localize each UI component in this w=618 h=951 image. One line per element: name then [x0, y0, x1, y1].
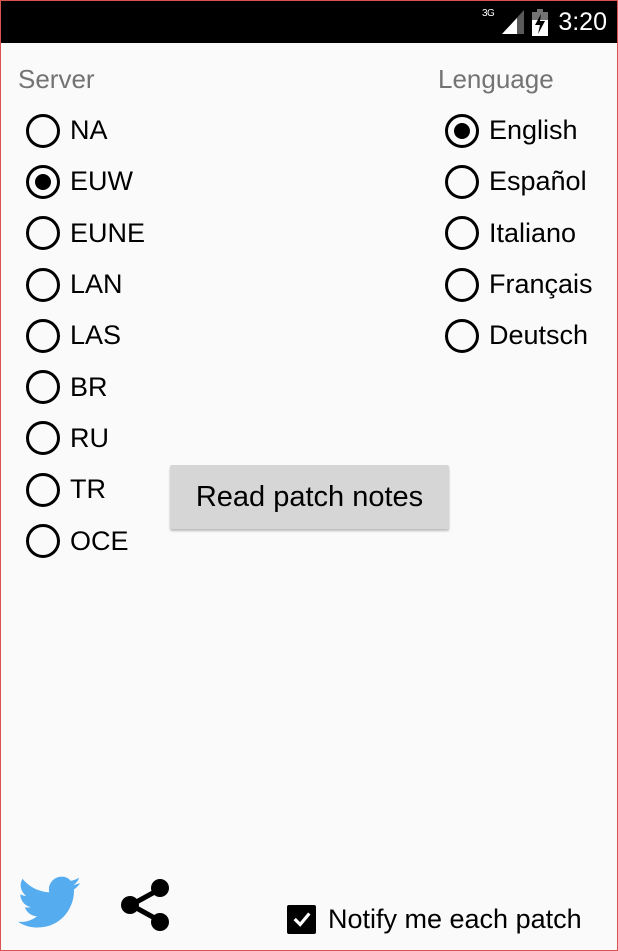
radio-button[interactable] — [26, 370, 60, 405]
server-option-label: LAN — [70, 269, 123, 300]
server-option-label: TR — [70, 474, 106, 505]
server-option-lan[interactable]: LAN — [26, 259, 145, 310]
language-option-deutsch[interactable]: Deutsch — [445, 310, 593, 361]
notify-checkbox-row[interactable]: Notify me each patch — [287, 901, 582, 937]
radio-button[interactable] — [26, 524, 60, 559]
radio-button[interactable] — [26, 267, 60, 302]
radio-dot — [35, 173, 51, 190]
radio-button[interactable] — [26, 472, 60, 507]
server-option-label: NA — [70, 115, 108, 146]
server-option-oce[interactable]: OCE — [26, 515, 145, 566]
radio-button[interactable] — [445, 216, 479, 251]
twitter-icon[interactable] — [17, 876, 82, 930]
radio-button[interactable] — [445, 267, 479, 302]
radio-button[interactable] — [445, 164, 479, 199]
server-option-euw[interactable]: EUW — [26, 156, 145, 207]
server-radio-group: NA EUW EUNE LAN LAS BR RU TR OCE — [26, 105, 145, 567]
language-option-italiano[interactable]: Italiano — [445, 208, 593, 259]
server-option-eune[interactable]: EUNE — [26, 208, 145, 259]
language-label: Lenguage — [438, 64, 554, 94]
server-label: Server — [18, 64, 95, 94]
status-icons: 3G 3:20 — [482, 1, 607, 43]
notify-checkbox[interactable] — [287, 904, 316, 934]
server-option-label: LAS — [70, 320, 122, 351]
status-bar: 3G 3:20 — [1, 1, 617, 43]
signal-icon — [502, 10, 525, 34]
server-option-label: BR — [70, 371, 108, 402]
server-option-label: RU — [70, 422, 109, 453]
checkmark-icon — [293, 912, 311, 927]
server-option-label: EUNE — [70, 217, 146, 248]
language-option-label: Français — [489, 269, 593, 300]
radio-button[interactable] — [445, 113, 479, 148]
clock: 3:20 — [558, 7, 607, 36]
notify-label: Notify me each patch — [328, 903, 582, 934]
language-radio-group: English Español Italiano Français Deutsch — [445, 105, 593, 361]
radio-button[interactable] — [26, 421, 60, 456]
server-option-las[interactable]: LAS — [26, 310, 145, 361]
language-option-label: Español — [489, 166, 587, 197]
server-option-na[interactable]: NA — [26, 105, 145, 156]
server-option-tr[interactable]: TR — [26, 464, 145, 515]
language-option-español[interactable]: Español — [445, 156, 593, 207]
language-option-label: English — [489, 115, 578, 146]
server-option-ru[interactable]: RU — [26, 413, 145, 464]
server-option-label: OCE — [70, 525, 129, 556]
language-option-label: Deutsch — [489, 320, 589, 351]
share-icon[interactable] — [118, 877, 174, 933]
radio-button[interactable] — [26, 216, 60, 251]
radio-button[interactable] — [445, 318, 479, 353]
server-option-br[interactable]: BR — [26, 361, 145, 412]
language-option-label: Italiano — [489, 217, 577, 248]
radio-dot — [454, 122, 470, 139]
language-option-english[interactable]: English — [445, 105, 593, 156]
battery-icon — [532, 8, 549, 36]
radio-button[interactable] — [26, 164, 60, 199]
radio-button[interactable] — [26, 113, 60, 148]
network-type: 3G — [481, 7, 495, 19]
server-option-label: EUW — [70, 166, 133, 197]
read-patch-notes-button[interactable]: Read patch notes — [170, 465, 449, 529]
language-option-français[interactable]: Français — [445, 259, 593, 310]
radio-button[interactable] — [26, 318, 60, 353]
